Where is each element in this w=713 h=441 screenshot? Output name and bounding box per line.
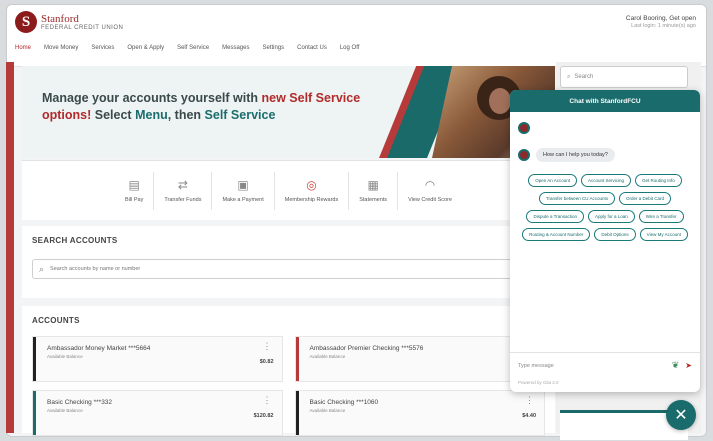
chip-debit-options[interactable]: Debit Options	[594, 228, 636, 241]
nav-log-off[interactable]: Log Off	[340, 45, 360, 51]
account-balance: $0.82	[259, 359, 274, 365]
brand-sub: FEDERAL CREDIT UNION	[41, 24, 124, 31]
send-icon[interactable]: ➤	[685, 361, 692, 370]
nav-messages[interactable]: Messages	[222, 45, 249, 51]
chat-widget: Chat with StanfordFCU How can I help you…	[510, 90, 700, 392]
search-icon: ⌕	[39, 263, 45, 274]
brand-name: Stanford	[41, 12, 79, 25]
nav-services[interactable]: Services	[91, 45, 114, 51]
bot-avatar	[518, 149, 530, 161]
account-card[interactable]: Basic Checking ***332 Available Balance …	[32, 390, 283, 436]
account-color-bar	[295, 391, 299, 435]
account-name: Ambassador Money Market ***5664	[47, 345, 151, 352]
chip-wire-transfer[interactable]: Wire a Transfer	[638, 210, 684, 223]
payment-icon: ▣	[237, 177, 249, 192]
chip-routing-account-number[interactable]: Routing & Account Number	[522, 228, 591, 241]
close-chat-button[interactable]: ✕	[666, 400, 696, 430]
account-sub: Available Balance	[309, 354, 346, 359]
search-accounts-title: SEARCH ACCOUNTS	[32, 236, 118, 245]
top-bar: S Stanford FEDERAL CREDIT UNION Carol Bo…	[7, 5, 706, 67]
account-card[interactable]: Ambassador Premier Checking ***5576 Avai…	[294, 336, 545, 382]
search-accounts-section: SEARCH ACCOUNTS ⌕	[22, 226, 555, 298]
bot-avatar	[518, 122, 530, 134]
accounts-section: ACCOUNTS Ambassador Money Market ***5664…	[22, 306, 555, 436]
chat-footer: Powered by Glia 2.0	[518, 380, 559, 385]
chat-body: How can I help you today? Open An Accoun…	[510, 112, 700, 352]
chat-bot-message-row: How can I help you today?	[518, 148, 692, 162]
banner-headline: Manage your accounts yourself with new S…	[42, 91, 361, 122]
accounts-grid: Ambassador Money Market ***5664 Availabl…	[32, 336, 545, 436]
chip-open-account[interactable]: Open An Account	[528, 174, 577, 187]
main-nav: Home Move Money Services Open & Apply Se…	[15, 45, 359, 51]
chip-account-servicing[interactable]: Account Servicing	[580, 174, 632, 187]
leaf-icon[interactable]: ❦	[672, 360, 680, 371]
account-name: Basic Checking ***1060	[309, 399, 379, 406]
account-balance: $120.82	[253, 413, 274, 419]
chip-dispute[interactable]: Dispute a Transaction	[526, 210, 584, 223]
nav-home[interactable]: Home	[15, 45, 31, 51]
nav-contact-us[interactable]: Contact Us	[297, 45, 327, 51]
quick-action-transfer[interactable]: ⇄ Transfer Funds	[154, 171, 213, 210]
nav-move-money[interactable]: Move Money	[44, 45, 78, 51]
account-search-field[interactable]: ⌕	[32, 259, 545, 279]
user-name: Carol Booring, Get open	[625, 15, 696, 22]
account-balance: $4.40	[522, 413, 536, 419]
chip-routing-info[interactable]: Get Routing Info	[635, 174, 682, 187]
banner-person-face	[489, 88, 511, 114]
account-color-bar	[33, 337, 36, 381]
brand-logo[interactable]: S Stanford FEDERAL CREDIT UNION	[15, 11, 123, 33]
chat-input-bar[interactable]: Type message ❦ ➤	[510, 352, 700, 378]
close-icon: ✕	[674, 407, 688, 424]
nav-open-apply[interactable]: Open & Apply	[127, 45, 164, 51]
account-name: Ambassador Premier Checking ***5576	[309, 345, 424, 352]
right-search-placeholder: Search	[574, 74, 594, 80]
left-accent-strip	[6, 62, 14, 433]
account-card[interactable]: Ambassador Money Market ***5664 Availabl…	[32, 336, 283, 382]
nav-settings[interactable]: Settings	[262, 45, 284, 51]
account-sub: Available Balance	[47, 354, 83, 359]
quick-action-credit-score[interactable]: ◠ View Credit Score	[398, 172, 462, 210]
account-color-bar	[33, 391, 36, 435]
chat-bot-row	[518, 122, 692, 134]
right-search-field[interactable]: ⌕ Search	[560, 66, 688, 88]
account-sub: Available Balance	[309, 408, 346, 413]
chip-debit-card[interactable]: Order a Debit Card	[619, 192, 672, 205]
logo-s-icon: S	[15, 11, 37, 33]
nav-self-service[interactable]: Self Service	[177, 45, 209, 51]
quick-action-payment[interactable]: ▣ Make a Payment	[212, 171, 275, 210]
chat-header: Chat with StanfordFCU	[510, 90, 700, 112]
last-login: Last login: 1 minute(s) ago	[631, 22, 696, 29]
more-vertical-icon[interactable]: ⋮	[263, 341, 272, 352]
user-info: Carol Booring, Get open Last login: 1 mi…	[626, 15, 696, 29]
transfer-icon: ⇄	[177, 177, 188, 192]
rewards-icon: ◎	[306, 177, 317, 192]
bill-pay-icon: ▤	[128, 177, 140, 192]
more-vertical-icon[interactable]: ⋮	[263, 395, 272, 406]
quick-action-statements[interactable]: ▦ Statements	[349, 171, 399, 210]
more-vertical-icon[interactable]: ⋮	[525, 395, 534, 406]
promo-banner[interactable]: Manage your accounts yourself with new S…	[22, 66, 555, 158]
accounts-title: ACCOUNTS	[32, 316, 80, 325]
chip-apply-loan[interactable]: Apply for a Loan	[587, 210, 635, 223]
bot-greeting: How can I help you today?	[536, 148, 615, 162]
chat-input-placeholder[interactable]: Type message	[518, 363, 672, 369]
account-sub: Available Balance	[47, 408, 83, 413]
account-card[interactable]: Basic Checking ***1060 Available Balance…	[294, 390, 545, 436]
chip-view-account[interactable]: View My Account	[639, 228, 688, 241]
quick-action-bill-pay[interactable]: ▤ Bill Pay	[115, 171, 155, 210]
statements-icon: ▦	[367, 177, 379, 192]
quick-reply-chips: Open An Account Account Servicing Get Ro…	[518, 174, 692, 241]
search-icon: ⌕	[567, 73, 571, 80]
account-search-input[interactable]	[50, 266, 351, 272]
account-name: Basic Checking ***332	[47, 399, 113, 406]
credit-score-icon: ◠	[424, 177, 436, 192]
account-color-bar	[295, 337, 299, 381]
quick-action-rewards[interactable]: ◎ Membership Rewards	[275, 171, 350, 210]
quick-actions: ▤ Bill Pay ⇄ Transfer Funds ▣ Make a Pay…	[22, 160, 555, 220]
chip-transfer[interactable]: Transfer between CU Accounts	[538, 192, 616, 205]
